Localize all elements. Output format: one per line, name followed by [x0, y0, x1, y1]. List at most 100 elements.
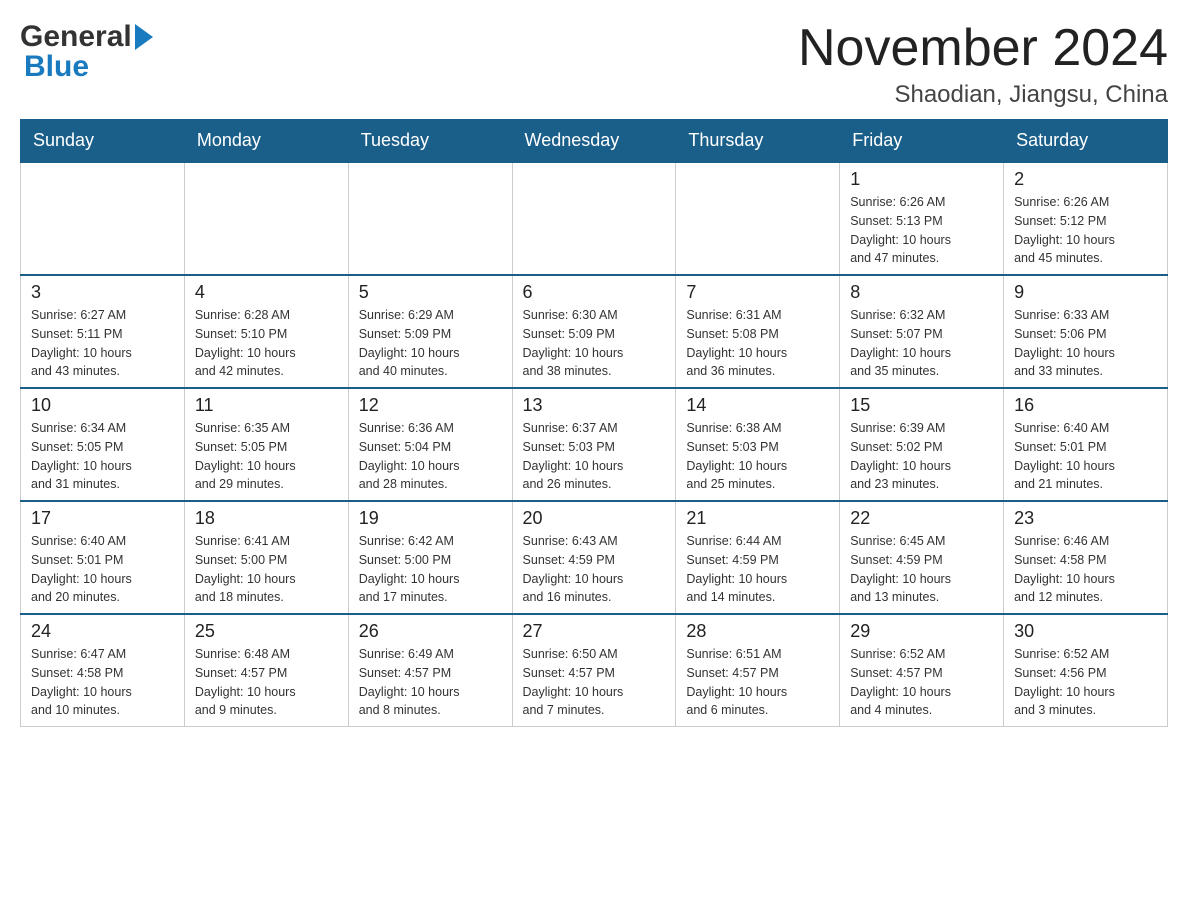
- day-number: 24: [31, 621, 174, 642]
- day-number: 14: [686, 395, 829, 416]
- day-info: Sunrise: 6:42 AM Sunset: 5:00 PM Dayligh…: [359, 532, 502, 607]
- day-info: Sunrise: 6:52 AM Sunset: 4:57 PM Dayligh…: [850, 645, 993, 720]
- calendar-cell: 27 Sunrise: 6:50 AM Sunset: 4:57 PM Dayli…: [512, 614, 676, 727]
- day-number: 17: [31, 508, 174, 529]
- day-number: 11: [195, 395, 338, 416]
- weekday-header-sunday: Sunday: [21, 120, 185, 163]
- logo-row2: Blue: [20, 50, 153, 84]
- weekday-header-thursday: Thursday: [676, 120, 840, 163]
- day-info: Sunrise: 6:37 AM Sunset: 5:03 PM Dayligh…: [523, 419, 666, 494]
- day-info: Sunrise: 6:49 AM Sunset: 4:57 PM Dayligh…: [359, 645, 502, 720]
- calendar-cell: 19 Sunrise: 6:42 AM Sunset: 5:00 PM Dayli…: [348, 501, 512, 614]
- day-info: Sunrise: 6:47 AM Sunset: 4:58 PM Dayligh…: [31, 645, 174, 720]
- calendar-cell: 5Sunrise: 6:29 AM Sunset: 5:09 PM Daylig…: [348, 275, 512, 388]
- day-number: 7: [686, 282, 829, 303]
- day-number: 15: [850, 395, 993, 416]
- day-info: Sunrise: 6:27 AM Sunset: 5:11 PM Dayligh…: [31, 306, 174, 381]
- calendar-cell: 21Sunrise: 6:44 AM Sunset: 4:59 PM Dayli…: [676, 501, 840, 614]
- day-info: Sunrise: 6:39 AM Sunset: 5:02 PM Dayligh…: [850, 419, 993, 494]
- day-info: Sunrise: 6:48 AM Sunset: 4:57 PM Dayligh…: [195, 645, 338, 720]
- calendar-cell: 4 Sunrise: 6:28 AM Sunset: 5:10 PM Daylig…: [184, 275, 348, 388]
- calendar-cell: [21, 162, 185, 275]
- calendar-cell: 26 Sunrise: 6:49 AM Sunset: 4:57 PM Dayli…: [348, 614, 512, 727]
- day-number: 3: [31, 282, 174, 303]
- day-info: Sunrise: 6:40 AM Sunset: 5:01 PM Dayligh…: [31, 532, 174, 607]
- day-info: Sunrise: 6:28 AM Sunset: 5:10 PM Dayligh…: [195, 306, 338, 381]
- week-row-2: 3 Sunrise: 6:27 AM Sunset: 5:11 PM Daylig…: [21, 275, 1168, 388]
- calendar-cell: 13 Sunrise: 6:37 AM Sunset: 5:03 PM Dayli…: [512, 388, 676, 501]
- day-info: Sunrise: 6:43 AM Sunset: 4:59 PM Dayligh…: [523, 532, 666, 607]
- day-number: 18: [195, 508, 338, 529]
- day-info: Sunrise: 6:32 AM Sunset: 5:07 PM Dayligh…: [850, 306, 993, 381]
- location-title: Shaodian, Jiangsu, China: [798, 81, 1168, 109]
- day-info: Sunrise: 6:33 AM Sunset: 5:06 PM Dayligh…: [1014, 306, 1157, 381]
- calendar-cell: 15 Sunrise: 6:39 AM Sunset: 5:02 PM Dayli…: [840, 388, 1004, 501]
- day-number: 28: [686, 621, 829, 642]
- calendar-cell: 2Sunrise: 6:26 AM Sunset: 5:12 PM Daylig…: [1004, 162, 1168, 275]
- calendar-cell: 22Sunrise: 6:45 AM Sunset: 4:59 PM Dayli…: [840, 501, 1004, 614]
- calendar-cell: [184, 162, 348, 275]
- day-number: 20: [523, 508, 666, 529]
- day-number: 12: [359, 395, 502, 416]
- calendar-cell: 16 Sunrise: 6:40 AM Sunset: 5:01 PM Dayli…: [1004, 388, 1168, 501]
- calendar-cell: 9 Sunrise: 6:33 AM Sunset: 5:06 PM Daylig…: [1004, 275, 1168, 388]
- title-section: November 2024 Shaodian, Jiangsu, China: [798, 20, 1168, 109]
- weekday-header-tuesday: Tuesday: [348, 120, 512, 163]
- day-number: 19: [359, 508, 502, 529]
- day-number: 22: [850, 508, 993, 529]
- day-number: 5: [359, 282, 502, 303]
- day-info: Sunrise: 6:41 AM Sunset: 5:00 PM Dayligh…: [195, 532, 338, 607]
- calendar-cell: [512, 162, 676, 275]
- weekday-header-friday: Friday: [840, 120, 1004, 163]
- day-info: Sunrise: 6:30 AM Sunset: 5:09 PM Dayligh…: [523, 306, 666, 381]
- week-row-3: 10 Sunrise: 6:34 AM Sunset: 5:05 PM Dayli…: [21, 388, 1168, 501]
- month-title: November 2024: [798, 20, 1168, 77]
- calendar-cell: 3 Sunrise: 6:27 AM Sunset: 5:11 PM Daylig…: [21, 275, 185, 388]
- calendar-cell: 8Sunrise: 6:32 AM Sunset: 5:07 PM Daylig…: [840, 275, 1004, 388]
- weekday-header-row: SundayMondayTuesdayWednesdayThursdayFrid…: [21, 120, 1168, 163]
- day-info: Sunrise: 6:51 AM Sunset: 4:57 PM Dayligh…: [686, 645, 829, 720]
- weekday-header-saturday: Saturday: [1004, 120, 1168, 163]
- day-number: 1: [850, 169, 993, 190]
- week-row-5: 24 Sunrise: 6:47 AM Sunset: 4:58 PM Dayli…: [21, 614, 1168, 727]
- day-number: 26: [359, 621, 502, 642]
- day-info: Sunrise: 6:46 AM Sunset: 4:58 PM Dayligh…: [1014, 532, 1157, 607]
- logo-blue-text: Blue: [24, 50, 89, 84]
- day-number: 30: [1014, 621, 1157, 642]
- calendar-cell: 11Sunrise: 6:35 AM Sunset: 5:05 PM Dayli…: [184, 388, 348, 501]
- calendar-cell: 28 Sunrise: 6:51 AM Sunset: 4:57 PM Dayli…: [676, 614, 840, 727]
- week-row-4: 17 Sunrise: 6:40 AM Sunset: 5:01 PM Dayli…: [21, 501, 1168, 614]
- calendar-cell: 24 Sunrise: 6:47 AM Sunset: 4:58 PM Dayli…: [21, 614, 185, 727]
- day-info: Sunrise: 6:31 AM Sunset: 5:08 PM Dayligh…: [686, 306, 829, 381]
- calendar-cell: [348, 162, 512, 275]
- calendar-body: 1 Sunrise: 6:26 AM Sunset: 5:13 PM Daylig…: [21, 162, 1168, 727]
- day-number: 25: [195, 621, 338, 642]
- day-number: 27: [523, 621, 666, 642]
- weekday-header-wednesday: Wednesday: [512, 120, 676, 163]
- day-number: 6: [523, 282, 666, 303]
- calendar-cell: 10 Sunrise: 6:34 AM Sunset: 5:05 PM Dayli…: [21, 388, 185, 501]
- logo-row1: General: [20, 20, 153, 54]
- calendar-cell: 14 Sunrise: 6:38 AM Sunset: 5:03 PM Dayli…: [676, 388, 840, 501]
- day-info: Sunrise: 6:26 AM Sunset: 5:13 PM Dayligh…: [850, 193, 993, 268]
- day-info: Sunrise: 6:40 AM Sunset: 5:01 PM Dayligh…: [1014, 419, 1157, 494]
- calendar-cell: 1 Sunrise: 6:26 AM Sunset: 5:13 PM Daylig…: [840, 162, 1004, 275]
- calendar-table: SundayMondayTuesdayWednesdayThursdayFrid…: [20, 119, 1168, 727]
- day-info: Sunrise: 6:38 AM Sunset: 5:03 PM Dayligh…: [686, 419, 829, 494]
- day-number: 13: [523, 395, 666, 416]
- day-number: 10: [31, 395, 174, 416]
- logo-general-text: General: [20, 20, 132, 54]
- day-info: Sunrise: 6:34 AM Sunset: 5:05 PM Dayligh…: [31, 419, 174, 494]
- day-number: 16: [1014, 395, 1157, 416]
- calendar-cell: 30 Sunrise: 6:52 AM Sunset: 4:56 PM Dayli…: [1004, 614, 1168, 727]
- day-info: Sunrise: 6:52 AM Sunset: 4:56 PM Dayligh…: [1014, 645, 1157, 720]
- calendar-cell: 17 Sunrise: 6:40 AM Sunset: 5:01 PM Dayli…: [21, 501, 185, 614]
- calendar-cell: 7 Sunrise: 6:31 AM Sunset: 5:08 PM Daylig…: [676, 275, 840, 388]
- day-number: 9: [1014, 282, 1157, 303]
- day-info: Sunrise: 6:36 AM Sunset: 5:04 PM Dayligh…: [359, 419, 502, 494]
- day-info: Sunrise: 6:50 AM Sunset: 4:57 PM Dayligh…: [523, 645, 666, 720]
- day-info: Sunrise: 6:26 AM Sunset: 5:12 PM Dayligh…: [1014, 193, 1157, 268]
- calendar-cell: 29Sunrise: 6:52 AM Sunset: 4:57 PM Dayli…: [840, 614, 1004, 727]
- calendar-cell: [676, 162, 840, 275]
- day-number: 4: [195, 282, 338, 303]
